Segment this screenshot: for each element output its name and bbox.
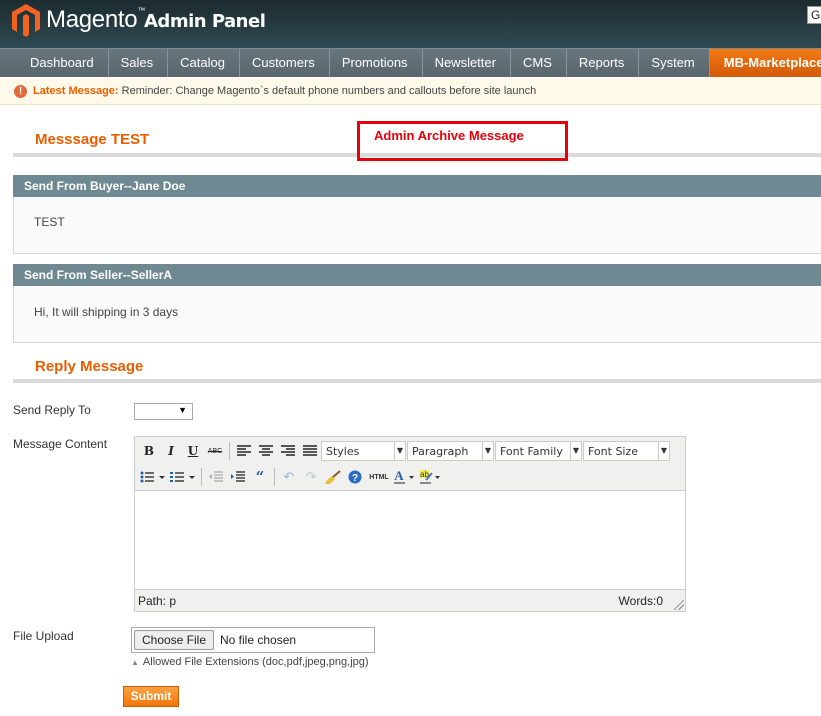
- nav-reports[interactable]: Reports: [567, 49, 640, 77]
- bold-icon[interactable]: B: [138, 441, 160, 461]
- chevron-down-icon: ▼: [658, 442, 669, 460]
- align-justify-icon[interactable]: [299, 441, 321, 461]
- nav-mb-marketplace[interactable]: MB-Marketplace: [709, 49, 821, 77]
- archive-label: Admin Archive Message: [374, 128, 524, 143]
- latest-message-bar: ! Latest Message: Reminder: Change Magen…: [0, 78, 821, 105]
- nav-cms[interactable]: CMS: [511, 49, 567, 77]
- editor-toolbar-row-1: B I U ABC Styles ▼ Paragraph ▼ Font Fami…: [138, 438, 671, 464]
- strikethrough-icon[interactable]: ABC: [204, 441, 226, 461]
- align-left-icon[interactable]: [233, 441, 255, 461]
- editor-path: Path: p: [138, 594, 177, 608]
- triangle-up-icon: ▲: [131, 658, 139, 667]
- svg-text:A: A: [394, 469, 404, 483]
- resize-handle-icon[interactable]: [674, 600, 684, 610]
- toolbar-separator: [229, 442, 230, 460]
- nav-sales[interactable]: Sales: [109, 49, 169, 77]
- no-file-text: No file chosen: [220, 633, 297, 647]
- font-family-value: Font Family: [500, 444, 563, 458]
- italic-icon[interactable]: I: [160, 441, 182, 461]
- font-size-value: Font Size: [588, 444, 639, 458]
- allowed-extensions-hint: ▲ Allowed File Extensions (doc,pdf,jpeg,p…: [131, 656, 369, 668]
- header: Magento™ Admin Panel Gl: [0, 0, 821, 48]
- paragraph-value: Paragraph: [412, 444, 469, 458]
- hint-text: Allowed File Extensions (doc,pdf,jpeg,pn…: [142, 656, 369, 668]
- submit-button[interactable]: Submit: [123, 686, 179, 707]
- message-header-seller: Send From Seller--SellerA: [13, 264, 821, 286]
- admin-archive-message-button[interactable]: Admin Archive Message: [357, 121, 568, 161]
- reply-divider: [13, 379, 821, 383]
- html-source-icon[interactable]: HTML: [366, 467, 392, 487]
- brand-subtitle: Admin Panel: [144, 11, 266, 32]
- editor-toolbar-row-2: “ ↶ ↷ ? HTML A ab: [138, 464, 444, 490]
- align-right-icon[interactable]: [277, 441, 299, 461]
- message-content-label: Message Content: [13, 437, 108, 451]
- editor-content-area[interactable]: [135, 490, 685, 590]
- brand-name: Magento™: [46, 6, 146, 33]
- file-upload-input[interactable]: Choose File No file chosen: [131, 627, 375, 653]
- chevron-down-icon: ▼: [482, 442, 493, 460]
- message-body-seller: Hi, It will shipping in 3 days: [13, 286, 821, 343]
- underline-icon[interactable]: U: [182, 441, 204, 461]
- blockquote-icon[interactable]: “: [249, 467, 271, 487]
- send-reply-to-label: Send Reply To: [13, 403, 91, 417]
- magento-logo-icon: [12, 4, 40, 37]
- message-text: TEST: [34, 215, 65, 229]
- main-nav: Dashboard Sales Catalog Customers Promot…: [0, 48, 821, 77]
- numbered-list-icon[interactable]: [168, 467, 198, 487]
- message-header-buyer: Send From Buyer--Jane Doe: [13, 175, 821, 197]
- wysiwyg-editor: B I U ABC Styles ▼ Paragraph ▼ Font Fami…: [134, 436, 686, 612]
- redo-icon[interactable]: ↷: [300, 467, 322, 487]
- choose-file-button[interactable]: Choose File: [134, 630, 214, 650]
- align-center-icon[interactable]: [255, 441, 277, 461]
- bullet-list-icon[interactable]: [138, 467, 168, 487]
- global-search-input[interactable]: Gl: [807, 6, 821, 24]
- word-count: Words:0: [618, 594, 663, 608]
- nav-promotions[interactable]: Promotions: [330, 49, 423, 77]
- nav-system[interactable]: System: [639, 49, 710, 77]
- chevron-down-icon: ▼: [178, 405, 187, 415]
- styles-value: Styles: [326, 444, 360, 458]
- nav-catalog[interactable]: Catalog: [168, 49, 240, 77]
- undo-icon[interactable]: ↶: [278, 467, 300, 487]
- nav-dashboard[interactable]: Dashboard: [19, 49, 109, 77]
- chevron-down-icon: ▼: [570, 442, 581, 460]
- svg-text:?: ?: [352, 473, 358, 484]
- font-family-select[interactable]: Font Family ▼: [495, 441, 582, 461]
- send-reply-to-select[interactable]: ▼: [134, 403, 193, 420]
- exclamation-icon: !: [14, 85, 27, 98]
- indent-icon[interactable]: [227, 467, 249, 487]
- file-upload-label: File Upload: [13, 629, 74, 643]
- toolbar-separator: [201, 468, 202, 486]
- nav-customers[interactable]: Customers: [240, 49, 330, 77]
- message-body-buyer: TEST: [13, 197, 821, 254]
- reply-title: Reply Message: [35, 358, 144, 375]
- outdent-icon[interactable]: [205, 467, 227, 487]
- notice-text[interactable]: Reminder: Change Magento`s default phone…: [119, 85, 537, 97]
- help-icon[interactable]: ?: [344, 467, 366, 487]
- cleanup-brush-icon[interactable]: [322, 467, 344, 487]
- font-size-select[interactable]: Font Size ▼: [583, 441, 670, 461]
- nav-newsletter[interactable]: Newsletter: [423, 49, 511, 77]
- notice-label: Latest Message:: [33, 85, 119, 97]
- text-color-icon[interactable]: A: [392, 467, 418, 487]
- chevron-down-icon: ▼: [394, 442, 405, 460]
- styles-select[interactable]: Styles ▼: [321, 441, 406, 461]
- highlight-color-icon[interactable]: ab: [418, 467, 444, 487]
- paragraph-select[interactable]: Paragraph ▼: [407, 441, 494, 461]
- toolbar-separator: [274, 468, 275, 486]
- page-title: Messsage TEST: [35, 131, 150, 148]
- message-text: Hi, It will shipping in 3 days: [34, 305, 179, 319]
